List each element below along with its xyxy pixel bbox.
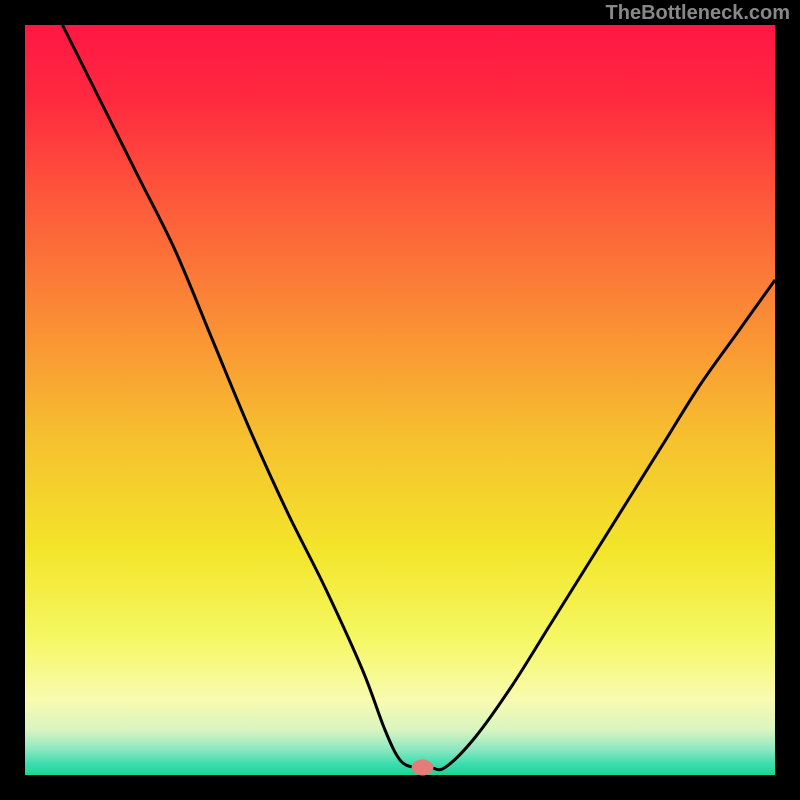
optimal-point-marker [412,760,434,776]
chart-container: TheBottleneck.com [0,0,800,800]
watermark-text: TheBottleneck.com [606,2,790,25]
plot-background [25,25,775,775]
bottleneck-chart [0,0,800,800]
